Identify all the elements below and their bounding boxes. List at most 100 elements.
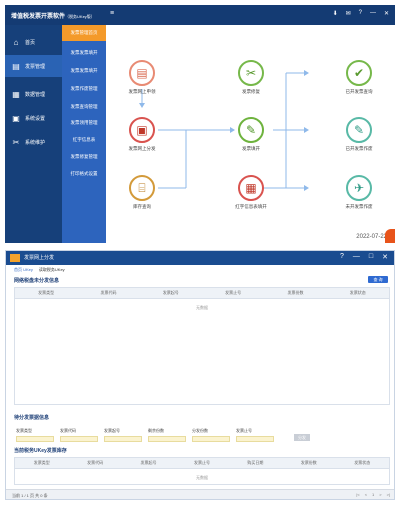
sidebar-item-label: 首页 — [25, 39, 36, 46]
red-info-icon: ▦ — [238, 175, 264, 201]
breadcrumb-item[interactable]: 首页 UKey — [14, 267, 33, 273]
sidebar-item-label: 发票管理 — [25, 63, 46, 70]
submenu-item[interactable]: 发票作废管理 — [62, 81, 106, 97]
pending-fields: 发票类型 发票代码 发票起号 剩余份数 分发份数 发票止号 — [16, 428, 274, 442]
submenu-item[interactable]: 发票发票填开 — [62, 63, 106, 79]
sidebar-item-invoice[interactable]: ▤ 发票管理 — [5, 55, 62, 77]
field-input[interactable] — [236, 436, 274, 442]
flow-node-repair[interactable]: ✂ 发票修复 — [226, 60, 276, 95]
data-icon: ▦ — [12, 89, 20, 99]
unsent-table: 发票类型 发票代码 发票起号 发票止号 发票份数 发票状态 无数据 — [14, 287, 390, 405]
title-bar: 发票网上分发 ? — □ ✕ — [6, 251, 394, 265]
column-header: 发票起号 — [140, 460, 157, 465]
logo-icon — [10, 254, 20, 262]
maximize-icon[interactable]: □ — [369, 253, 373, 261]
section-title-inventory: 当前税务UKey发票库存 — [14, 448, 67, 454]
download-icon[interactable]: ⬇ — [333, 10, 338, 17]
sidebar-item-maintenance[interactable]: ✂ 系统维护 — [5, 131, 62, 153]
empty-message: 无数据 — [196, 305, 208, 310]
submenu-item[interactable]: 打印格式设置 — [62, 166, 106, 182]
page-number[interactable]: 1 — [372, 492, 374, 497]
flow-node-issued-query[interactable]: ✔ 已开发票查询 — [334, 60, 384, 95]
flow-node-label: 已开发票查询 — [345, 89, 373, 94]
title-bar: 增值税发票开票软件（税务UKey版） ≡ ⬇ ✉ ? — ✕ — [5, 5, 395, 25]
field-label: 发票类型 — [16, 428, 32, 433]
field-distribute-count: 分发份数 — [192, 428, 230, 442]
query-button[interactable]: 查 询 — [368, 276, 388, 283]
app-title: 增值税发票开票软件（税务UKey版） — [11, 11, 95, 20]
field-start: 发票起号 — [104, 428, 142, 442]
section-title-unsent: 网络税盘未分发信息 — [14, 278, 60, 284]
field-label: 分发份数 — [192, 428, 208, 433]
field-input[interactable] — [16, 436, 54, 442]
unissued-void-icon: ✈ — [346, 175, 372, 201]
date-display: 2022-07-22 — [356, 234, 387, 240]
field-type: 发票类型 — [16, 428, 54, 442]
first-page-button[interactable]: |< — [356, 492, 359, 497]
submenu-item[interactable]: 发票发票填开 — [62, 45, 106, 61]
sidebar-item-data[interactable]: ▦ 数据管理 — [5, 83, 62, 105]
flow-node-unissued-void[interactable]: ✈ 未开发票作废 — [334, 175, 384, 210]
flow-node-label: 发票网上分发 — [128, 146, 156, 151]
issue-icon: ✎ — [238, 117, 264, 143]
column-header: 发票代码 — [87, 460, 104, 465]
sidebar: ⌂ 首页 ▤ 发票管理 ▦ 数据管理 ▣ 系统设置 ✂ 系统维护 — [5, 25, 62, 243]
flow-node-label: 发票修复 — [242, 89, 260, 94]
field-remaining: 剩余份数 — [148, 428, 186, 442]
minimize-icon[interactable]: — — [370, 10, 376, 17]
submenu-item[interactable]: 红字信息表 — [62, 132, 106, 148]
repair-icon: ✂ — [238, 60, 264, 86]
home-icon: ⌂ — [13, 37, 19, 47]
window-title: 发票网上分发 — [24, 255, 55, 261]
column-header: 购买日期 — [247, 460, 264, 465]
field-input[interactable] — [192, 436, 230, 442]
flow-node-issued-void[interactable]: ✎ 已开发票作废 — [334, 117, 384, 152]
field-input[interactable] — [60, 436, 98, 442]
sidebar-item-label: 系统设置 — [25, 115, 46, 122]
field-label: 发票起号 — [104, 428, 120, 433]
submenu-item[interactable]: 发票查询管理 — [62, 99, 106, 115]
issued-query-icon: ✔ — [346, 60, 372, 86]
submenu-item[interactable]: 发票修复管理 — [62, 149, 106, 165]
distribute-button[interactable]: 分发 — [294, 434, 310, 441]
window-controls: ? — □ ✕ — [340, 253, 388, 261]
submenu-item[interactable]: 发票领用管理 — [62, 115, 106, 131]
column-header: 发票类型 — [38, 290, 55, 295]
field-end: 发票止号 — [236, 428, 274, 442]
flow-node-apply[interactable]: ▤ 发票网上申领 — [117, 60, 167, 95]
settings-icon: ▣ — [12, 113, 20, 123]
flow-node-inventory[interactable]: ⌸ 库存查询 — [117, 175, 167, 210]
column-header: 发票状态 — [354, 460, 371, 465]
next-page-button[interactable]: > — [379, 492, 381, 497]
flow-node-distribute[interactable]: ▣ 发票网上分发 — [117, 117, 167, 152]
issued-void-icon: ✎ — [346, 117, 372, 143]
mail-icon[interactable]: ✉ — [346, 10, 351, 17]
app-title-main: 增值税发票开票软件 — [11, 14, 66, 20]
column-header: 发票份数 — [287, 290, 304, 295]
menu-icon[interactable]: ≡ — [110, 10, 114, 17]
main-content: ▤ 发票网上申领 ▣ 发票网上分发 ⌸ 库存查询 ✂ 发票修复 ✎ 发票填开 ▦… — [106, 25, 395, 243]
minimize-icon[interactable]: — — [353, 253, 360, 261]
prev-page-button[interactable]: < — [365, 492, 367, 497]
submenu-item[interactable]: 发票管理首页 — [62, 25, 106, 41]
close-icon[interactable]: ✕ — [382, 253, 388, 261]
table-header: 发票类型 发票代码 发票起号 发票止号 发票份数 发票状态 — [15, 288, 389, 299]
column-header: 发票止号 — [193, 460, 210, 465]
last-page-button[interactable]: >| — [387, 492, 390, 497]
sidebar-item-settings[interactable]: ▣ 系统设置 — [5, 107, 62, 129]
status-bar: 当前 1 / 1 页 共 0 条 |< < 1 > >| — [6, 489, 394, 499]
sidebar-item-home[interactable]: ⌂ 首页 — [5, 31, 62, 53]
field-input[interactable] — [104, 436, 142, 442]
flow-node-red-info[interactable]: ▦ 红字信息表填开 — [226, 175, 276, 210]
corner-badge[interactable] — [385, 229, 395, 243]
close-icon[interactable]: ✕ — [384, 10, 389, 17]
field-input[interactable] — [148, 436, 186, 442]
app-title-sub: （税务UKey版） — [65, 14, 95, 19]
submenu: 发票管理首页 发票发票填开 发票发票填开 发票作废管理 发票查询管理 发票领用管… — [62, 25, 106, 243]
flow-node-issue[interactable]: ✎ 发票填开 — [226, 117, 276, 152]
help-icon[interactable]: ? — [340, 253, 344, 261]
flow-node-label: 未开发票作废 — [345, 204, 373, 209]
breadcrumb-item[interactable]: 读取税务UKey — [39, 267, 65, 273]
field-label: 剩余份数 — [148, 428, 164, 433]
help-icon[interactable]: ? — [359, 10, 362, 17]
